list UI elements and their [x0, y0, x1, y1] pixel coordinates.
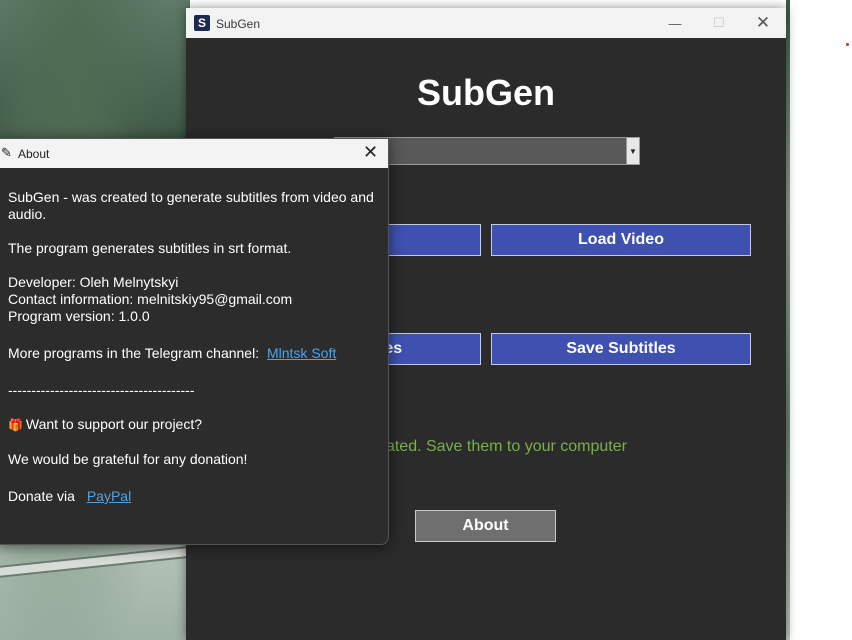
about-version: Program version: 1.0.0 — [8, 308, 150, 324]
feather-icon: ✎ — [1, 145, 12, 160]
about-support-line: 🎁 Want to support our project? — [8, 416, 378, 434]
about-telegram-line: More programs in the Telegram channel: M… — [8, 345, 378, 362]
window-title: SubGen — [216, 17, 261, 31]
app-icon: S — [194, 15, 210, 31]
about-close-button[interactable]: ✕ — [363, 142, 378, 163]
desktop-dot — [846, 43, 849, 46]
chevron-down-icon[interactable]: ▼ — [626, 137, 640, 165]
about-donate-line: Donate via PayPal — [8, 488, 378, 505]
about-format: The program generates subtitles in srt f… — [8, 240, 292, 256]
about-divider: ---------------------------------------- — [8, 382, 195, 398]
about-contact: Contact information: melnitskiy95@gmail.… — [8, 291, 293, 307]
minimize-button[interactable]: — — [662, 12, 688, 34]
window-titlebar[interactable]: S SubGen — ☐ ✕ — [186, 8, 786, 38]
about-titlebar[interactable]: ✎ About ✕ — [0, 139, 388, 168]
desktop-wallpaper-edge — [786, 0, 790, 640]
maximize-button[interactable]: ☐ — [706, 12, 732, 34]
support-text: Want to support our project? — [25, 416, 203, 432]
app-heading: SubGen — [416, 72, 555, 113]
paypal-link[interactable]: PayPal — [87, 488, 131, 504]
close-button[interactable]: ✕ — [750, 12, 776, 34]
save-subtitles-button[interactable]: Save Subtitles — [491, 333, 751, 365]
donate-text: Donate via — [8, 488, 75, 504]
wallpaper-bridge — [0, 546, 186, 578]
about-dialog: ✎ About ✕ SubGen - was created to genera… — [0, 138, 389, 545]
gift-icon: 🎁 — [8, 418, 23, 432]
about-content: SubGen - was created to generate subtitl… — [8, 189, 378, 505]
about-description: SubGen - was created to generate subtitl… — [8, 189, 374, 222]
about-developer: Developer: Oleh Melnytskyi — [8, 274, 179, 290]
about-grateful: We would be grateful for any donation! — [8, 451, 248, 467]
about-title: About — [18, 147, 50, 161]
telegram-text: More programs in the Telegram channel: — [8, 345, 260, 361]
telegram-link[interactable]: Mlntsk Soft — [267, 345, 336, 361]
load-video-button[interactable]: Load Video — [491, 224, 751, 256]
about-button[interactable]: About — [415, 510, 556, 542]
